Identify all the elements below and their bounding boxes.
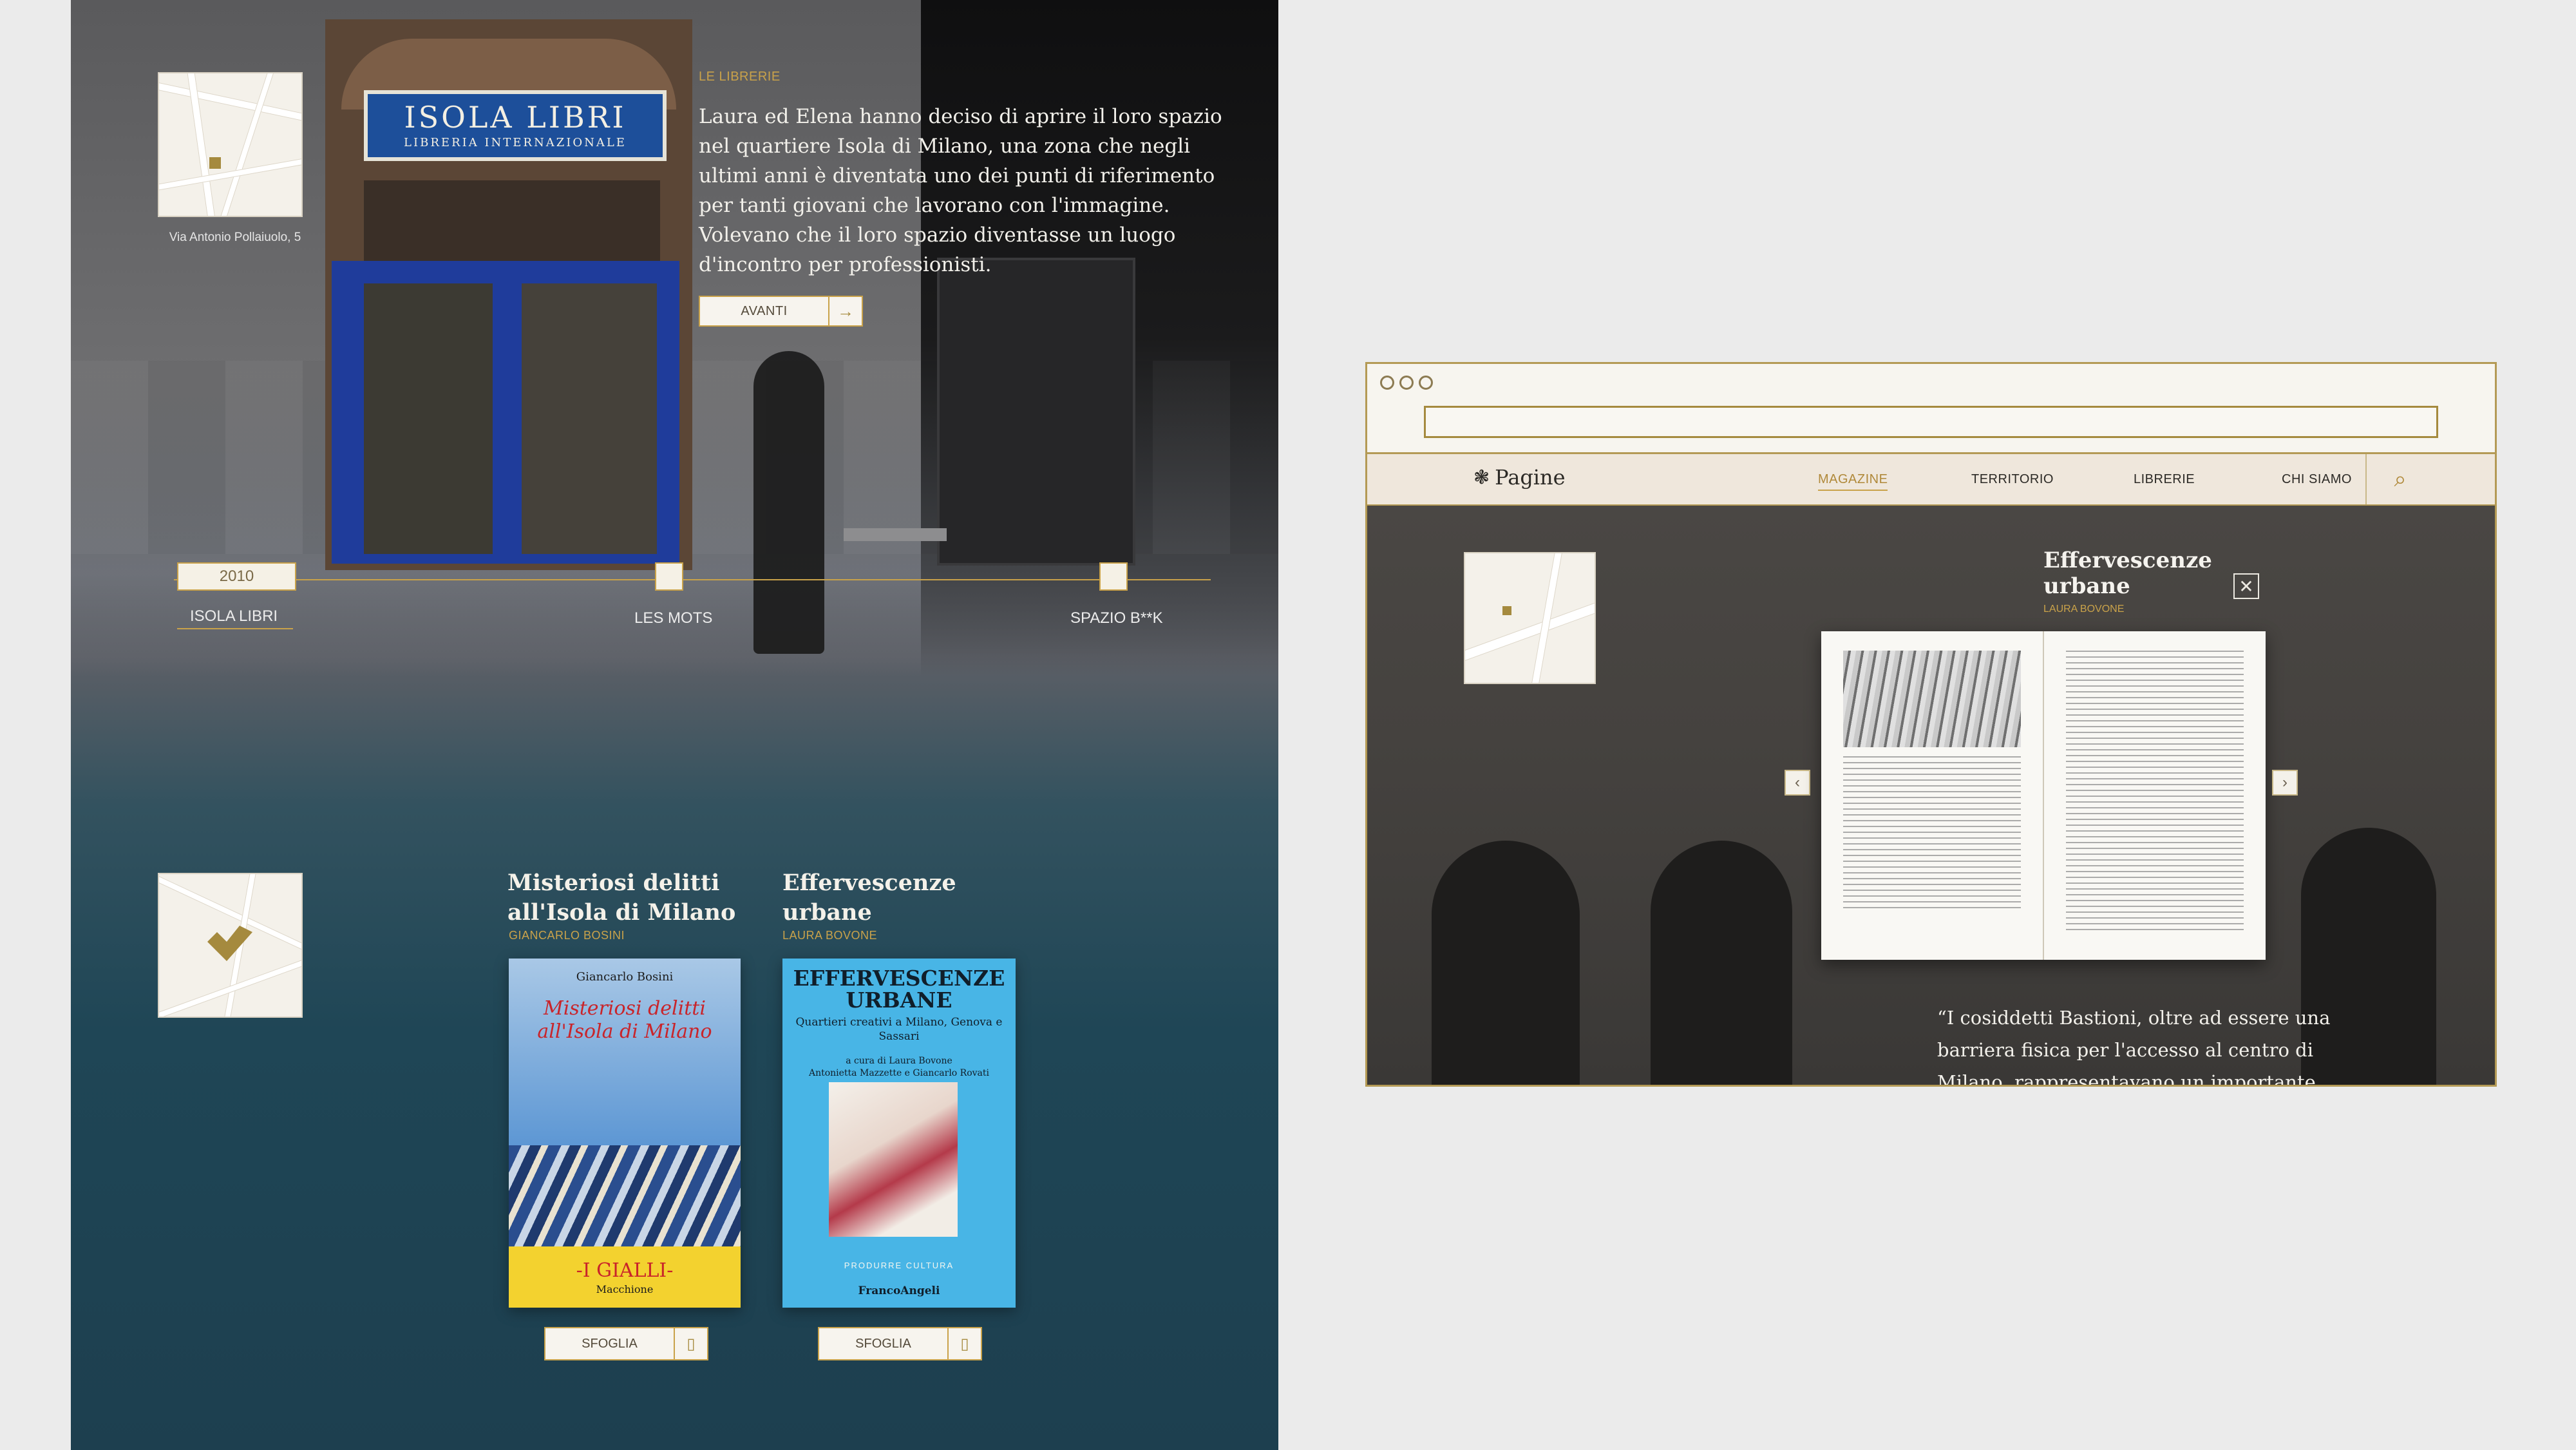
browser-chrome xyxy=(1367,364,2495,454)
book-page-left xyxy=(1821,631,2044,960)
arch-1 xyxy=(1432,841,1580,1085)
cover-subtitle: Quartieri creativi a Milano, Genova e Sa… xyxy=(795,1016,1003,1043)
cover-series: PRODURRE CULTURA xyxy=(844,1261,954,1270)
book-preview xyxy=(1821,631,2266,960)
nav-librerie[interactable]: LIBRERIE xyxy=(2134,472,2195,487)
nav-magazine[interactable]: MAGAZINE xyxy=(1818,472,1888,491)
book-text xyxy=(1843,756,2021,911)
url-bar[interactable] xyxy=(1424,406,2438,438)
arrow-right-icon: → xyxy=(828,297,862,325)
next-page-button[interactable]: › xyxy=(2272,770,2298,796)
browse-button-2[interactable]: SFOGLIA ▯ xyxy=(818,1327,982,1360)
timeline-marker-les-mots[interactable] xyxy=(655,562,683,591)
cover-sky xyxy=(509,959,741,1145)
cover-publisher: Macchione xyxy=(596,1283,654,1295)
book-text xyxy=(2066,651,2244,934)
next-button[interactable]: AVANTI → xyxy=(699,296,863,327)
window-maximize-dot[interactable] xyxy=(1419,376,1433,390)
section-kicker: LE LIBRERIE xyxy=(699,70,781,84)
browser-window: ❃ Pagine MAGAZINE TERRITORIO LIBRERIE CH… xyxy=(1365,362,2497,1087)
browse-button-1[interactable]: SFOGLIA ▯ xyxy=(544,1327,708,1360)
map-address: Via Antonio Pollaiuolo, 5 xyxy=(169,231,301,244)
cover-series-band: -I GIALLI- Macchione xyxy=(509,1246,741,1308)
timeline-marker-spazio-book[interactable] xyxy=(1099,562,1128,591)
window-close-dot[interactable] xyxy=(1380,376,1394,390)
shop-window xyxy=(364,180,660,264)
district-shape-icon xyxy=(207,926,252,961)
book-page-right xyxy=(2044,631,2266,960)
cover-artwork xyxy=(829,1082,958,1237)
section-body: Laura ed Elena hanno deciso di aprire il… xyxy=(699,105,1222,276)
timeline-year-marker[interactable]: 2010 xyxy=(177,562,296,591)
article-mini-map[interactable] xyxy=(1464,552,1596,684)
dark-door xyxy=(937,258,1135,566)
timeline-active-underline xyxy=(177,628,293,629)
cover-publisher: FrancoAngeli xyxy=(858,1284,940,1297)
chevron-left-icon: ‹ xyxy=(1795,774,1800,791)
shop-sign: ISOLA LIBRI LIBRERIA INTERNAZIONALE xyxy=(364,90,667,161)
arch-2 xyxy=(1651,841,1792,1085)
location-marker-icon xyxy=(209,157,221,169)
article-author: LAURA BOVONE xyxy=(2043,604,2125,615)
door-glass-right xyxy=(522,283,657,554)
next-button-label: AVANTI xyxy=(741,303,788,318)
book-cover-2[interactable]: EFFERVESCENZE URBANE Quartieri creativi … xyxy=(782,959,1016,1308)
book-figure xyxy=(1843,651,2021,747)
location-mini-map[interactable] xyxy=(158,72,303,217)
book-author-1: GIANCARLO BOSINI xyxy=(509,929,625,942)
search-icon[interactable]: ⌕ xyxy=(2365,454,2434,504)
timeline-label-isola-libri[interactable]: ISOLA LIBRI xyxy=(190,607,278,625)
close-icon[interactable]: ✕ xyxy=(2233,573,2259,599)
cover-author: Giancarlo Bosini xyxy=(576,970,674,984)
logo-flower-icon: ❃ xyxy=(1473,466,1490,489)
article-title: Effervescenze urbane xyxy=(2043,548,2212,599)
book-author-2: LAURA BOVONE xyxy=(782,929,878,942)
shop-sign-title: ISOLA LIBRI xyxy=(404,99,627,135)
previous-page-button[interactable]: ‹ xyxy=(1785,770,1810,796)
timeline-label-les-mots[interactable]: LES MOTS xyxy=(634,609,712,627)
book-icon: ▯ xyxy=(674,1328,707,1359)
window-minimize-dot[interactable] xyxy=(1399,376,1414,390)
left-mockup: ISOLA LIBRI LIBRERIA INTERNAZIONALE Via … xyxy=(71,0,1278,1450)
cover-curators: a cura di Laura Bovone Antonietta Mazzet… xyxy=(808,1056,990,1078)
browse-button-label: SFOGLIA xyxy=(855,1336,911,1351)
book-title-1[interactable]: Misteriosi delitti all'Isola di Milano xyxy=(507,868,752,928)
logo-text: Pagine xyxy=(1495,465,1566,490)
site-logo[interactable]: ❃ Pagine xyxy=(1473,465,1566,490)
chevron-right-icon: › xyxy=(2282,774,2287,791)
door-glass-left xyxy=(364,283,493,554)
browse-button-label: SFOGLIA xyxy=(582,1336,638,1351)
book-icon: ▯ xyxy=(947,1328,981,1359)
site-nav: ❃ Pagine MAGAZINE TERRITORIO LIBRERIE CH… xyxy=(1367,454,2495,506)
location-marker-icon xyxy=(1502,606,1511,615)
timeline-label-spazio-book[interactable]: SPAZIO B**K xyxy=(1070,609,1163,627)
cover-series: -I GIALLI- xyxy=(576,1259,674,1282)
book-cover-1[interactable]: Giancarlo Bosini Misteriosi delitti all'… xyxy=(509,959,741,1308)
nav-territorio[interactable]: TERRITORIO xyxy=(1971,472,2054,487)
district-mini-map[interactable] xyxy=(158,873,303,1018)
shop-sign-subtitle: LIBRERIA INTERNAZIONALE xyxy=(404,135,627,149)
cover-title: Misteriosi delitti all'Isola di Milano xyxy=(537,997,712,1043)
article-quote: “I cosiddetti Bastioni, oltre ad essere … xyxy=(1937,1007,2331,1087)
bench xyxy=(844,528,947,541)
timeline-line xyxy=(174,579,1211,580)
cover-title: EFFERVESCENZE URBANE xyxy=(793,966,1005,1013)
walking-person xyxy=(753,351,824,654)
book-title-2[interactable]: Effervescenze urbane xyxy=(782,868,1027,928)
nav-chi-siamo[interactable]: CHI SIAMO xyxy=(2282,472,2352,487)
